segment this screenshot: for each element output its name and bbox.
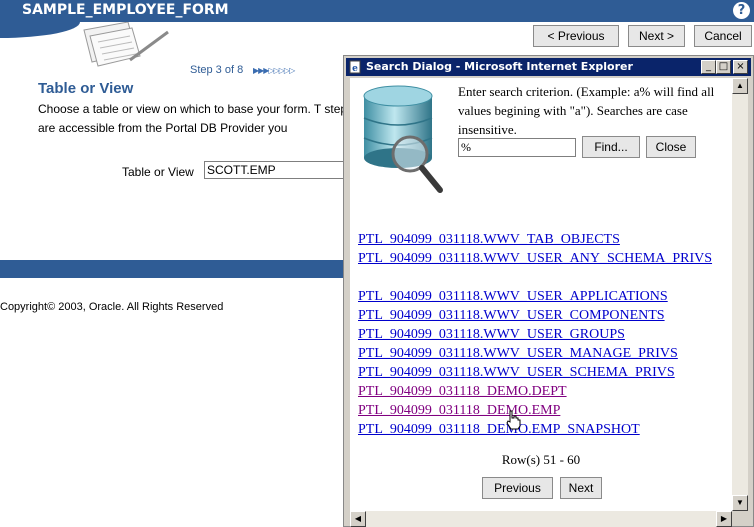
page-title: Table or View <box>38 80 134 97</box>
hand-cursor-icon <box>506 410 521 430</box>
help-icon[interactable]: ? <box>733 2 750 19</box>
dialog-next-button[interactable]: Next <box>560 477 602 499</box>
step-progress-icon: ▶▶▶▷▷▷▷▷ <box>253 66 295 75</box>
vertical-scrollbar[interactable]: ▲ ▼ <box>732 78 748 511</box>
row-count: Row(s) 51 - 60 <box>501 452 581 467</box>
database-search-icon <box>363 85 443 193</box>
table-or-view-label: Table or View <box>122 165 194 179</box>
search-input[interactable] <box>458 138 576 157</box>
copyright-text: Copyright© 2003, Oracle. All Rights Rese… <box>0 301 224 313</box>
result-link[interactable]: PTL_904099_031118.WWV_USER_MANAGE_PRIVS <box>358 346 678 362</box>
result-link[interactable]: PTL_904099_031118.WWV_USER_APPLICATIONS <box>358 289 668 305</box>
ie-page-icon: e <box>349 60 361 74</box>
find-button[interactable]: Find... <box>582 136 640 158</box>
scroll-up-icon[interactable]: ▲ <box>732 78 748 94</box>
maximize-button[interactable]: □ <box>716 60 731 74</box>
table-or-view-input[interactable] <box>204 161 354 179</box>
scroll-left-icon[interactable]: ◀ <box>350 511 366 527</box>
close-button[interactable]: Close <box>646 136 696 158</box>
scroll-down-icon[interactable]: ▼ <box>732 495 748 511</box>
result-link[interactable]: PTL_904099_031118.WWV_TAB_OBJECTS <box>358 232 620 248</box>
next-button[interactable]: Next > <box>628 25 685 47</box>
app-title: SAMPLE_EMPLOYEE_FORM <box>22 2 229 18</box>
svg-text:e: e <box>352 64 358 74</box>
dialog-content: Enter search criterion. (Example: a% wil… <box>350 78 732 511</box>
horizontal-scrollbar[interactable]: ◀ ▶ <box>350 511 732 527</box>
dialog-titlebar[interactable]: e Search Dialog - Microsoft Internet Exp… <box>346 58 751 76</box>
result-link[interactable]: PTL_904099_031118.WWV_USER_COMPONENTS <box>358 308 665 324</box>
result-link-visited[interactable]: PTL_904099_031118_DEMO.DEPT <box>358 384 567 400</box>
step-indicator: Step 3 of 8 <box>190 64 244 76</box>
wizard-illustration-icon <box>83 22 169 67</box>
dialog-previous-button[interactable]: Previous <box>482 477 553 499</box>
close-window-button[interactable]: × <box>733 60 748 74</box>
app-header: SAMPLE_EMPLOYEE_FORM ? <box>0 0 754 22</box>
scroll-right-icon[interactable]: ▶ <box>716 511 732 527</box>
result-link[interactable]: PTL_904099_031118.WWV_USER_ANY_SCHEMA_PR… <box>358 251 712 267</box>
header-curve <box>0 22 80 38</box>
result-link[interactable]: PTL_904099_031118.WWV_USER_GROUPS <box>358 327 625 343</box>
result-link[interactable]: PTL_904099_031118_DEMO.EMP_SNAPSHOT <box>358 422 640 438</box>
search-dialog: e Search Dialog - Microsoft Internet Exp… <box>343 55 754 527</box>
search-instructions: Enter search criterion. (Example: a% wil… <box>458 84 715 137</box>
cancel-button[interactable]: Cancel <box>694 25 752 47</box>
minimize-button[interactable]: _ <box>701 60 716 74</box>
result-link[interactable]: PTL_904099_031118.WWV_USER_SCHEMA_PRIVS <box>358 365 675 381</box>
dialog-title: Search Dialog - Microsoft Internet Explo… <box>366 60 633 73</box>
page-description: Choose a table or view on which to base … <box>38 102 348 135</box>
previous-button[interactable]: < Previous <box>533 25 619 47</box>
result-link-visited[interactable]: PTL_904099_031118_DEMO.EMP <box>358 403 560 419</box>
